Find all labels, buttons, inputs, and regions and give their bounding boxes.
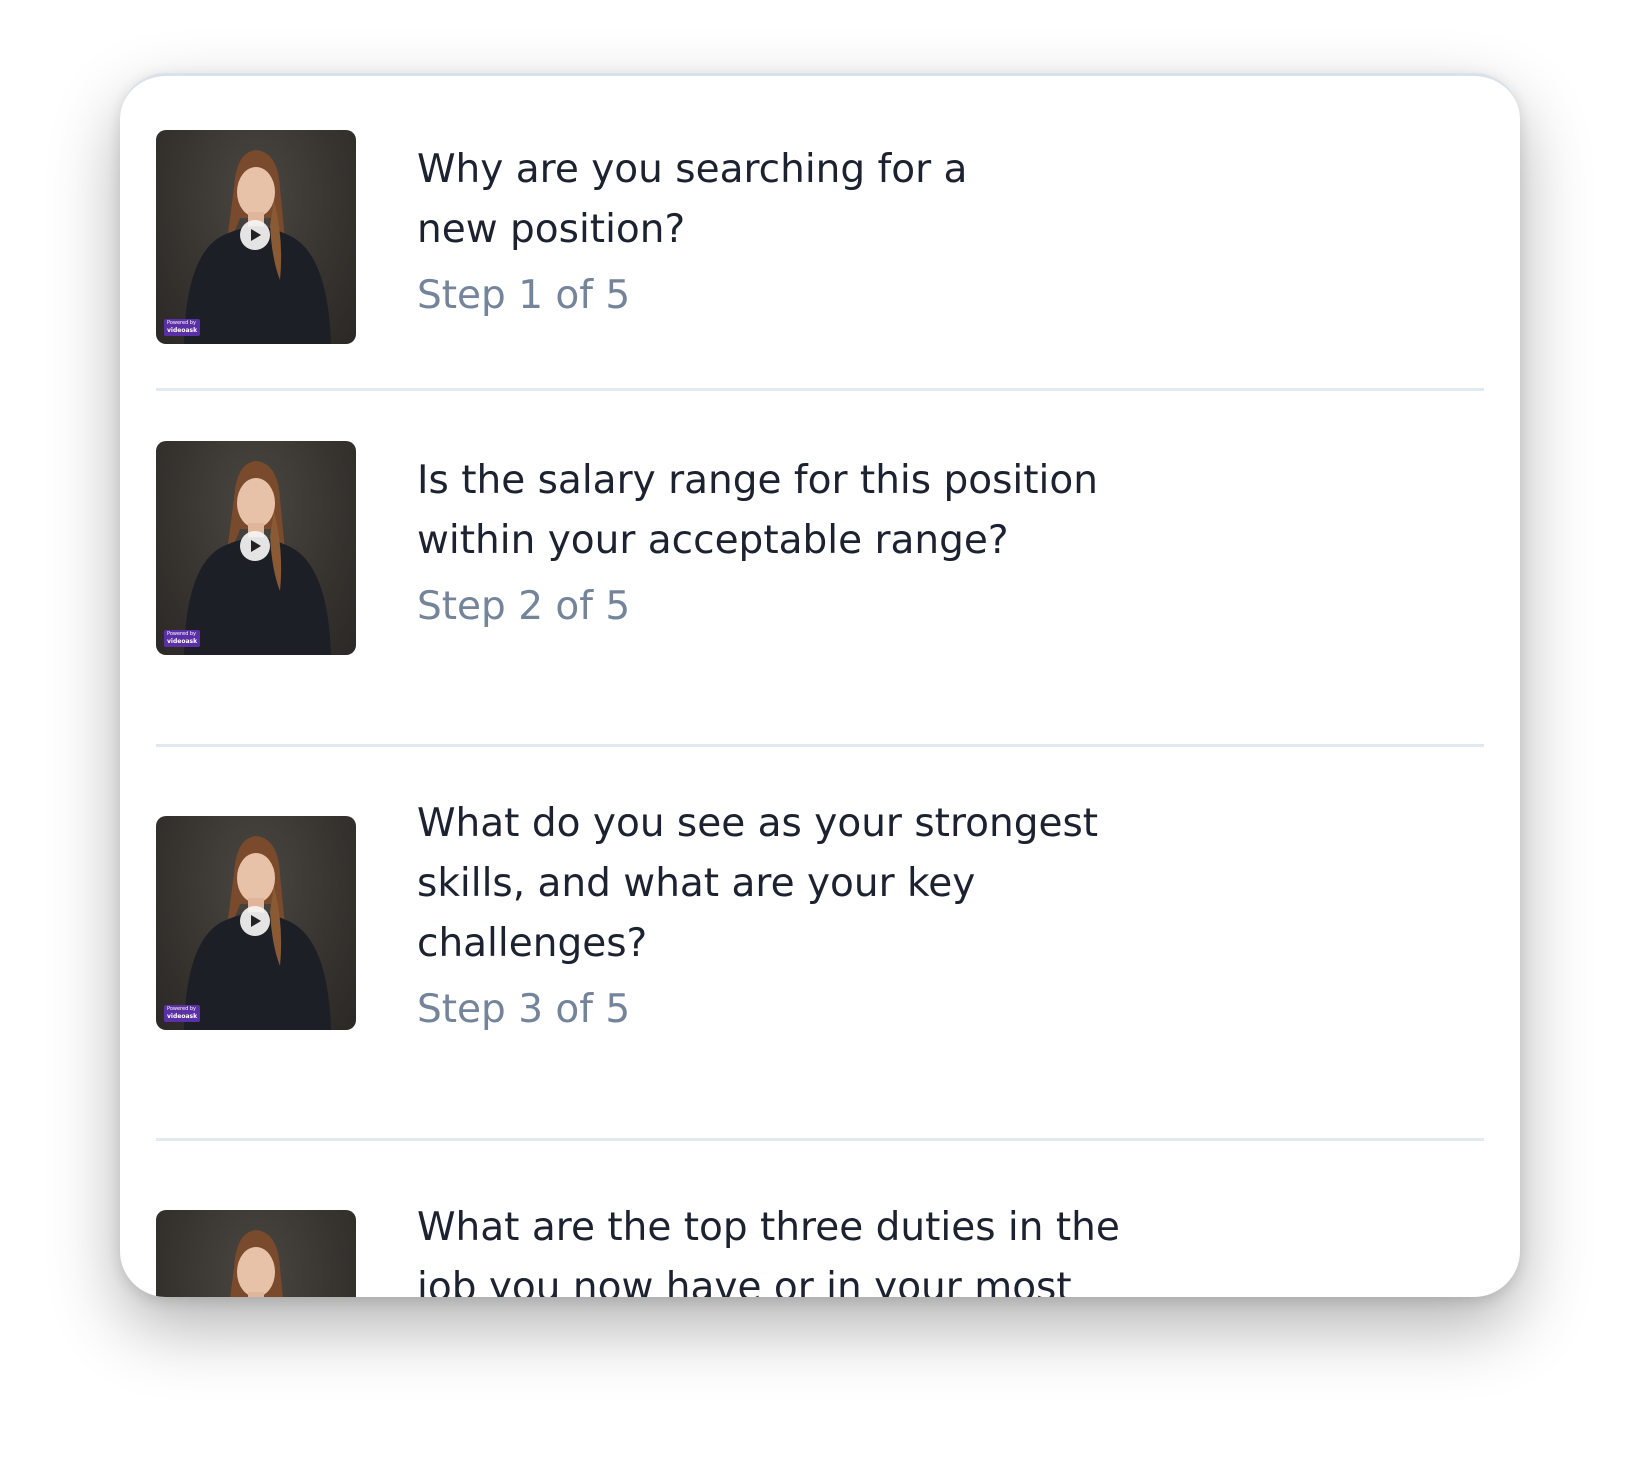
step-text: Why are you searching for a new position… [417,140,1137,322]
brand-line2: videoask [167,327,198,334]
question-text: What are the top three duties in the job… [417,1198,1137,1297]
step-label: Step 2 of 5 [417,584,631,629]
question-line: job you now have or in your most [417,1265,1072,1297]
video-thumbnail[interactable] [156,1210,356,1297]
brand-line1: Powered by [167,1006,196,1012]
questions-card: Powered by videoask Why are you searchin… [120,73,1520,1297]
step-label: Step 1 of 5 [417,273,631,318]
question-line: challenges? [417,921,648,966]
question-text: Is the salary range for this position wi… [417,451,1137,571]
video-thumbnail[interactable]: Powered by videoask [156,441,356,655]
divider [156,388,1484,391]
brand-line1: Powered by [167,320,196,326]
videoask-badge: Powered by videoask [164,630,200,647]
divider [156,1138,1484,1141]
play-icon[interactable] [240,531,270,561]
step-text: What do you see as your strongest skills… [417,794,1137,1036]
videoask-badge: Powered by videoask [164,1005,200,1022]
divider [156,744,1484,747]
play-icon[interactable] [240,220,270,250]
brand-line1: Powered by [167,631,196,637]
video-thumbnail[interactable]: Powered by videoask [156,130,356,344]
videoask-badge: Powered by videoask [164,319,200,336]
question-text: What do you see as your strongest skills… [417,794,1137,974]
question-line: within your acceptable range? [417,518,1009,563]
question-line: new position? [417,207,686,252]
step-text: What are the top three duties in the job… [417,1198,1137,1297]
presenter-image [230,1230,283,1297]
question-line: skills, and what are your key [417,861,976,906]
question-line: What do you see as your strongest [417,801,1099,846]
question-line: Why are you searching for a [417,147,968,192]
step-text: Is the salary range for this position wi… [417,451,1137,633]
question-line: What are the top three duties in the [417,1205,1120,1250]
question-line: Is the salary range for this position [417,458,1098,503]
brand-line2: videoask [167,1013,198,1020]
question-text: Why are you searching for a new position… [417,140,1137,260]
brand-line2: videoask [167,638,198,645]
video-thumbnail[interactable]: Powered by videoask [156,816,356,1030]
step-label: Step 3 of 5 [417,987,631,1032]
play-icon[interactable] [240,906,270,936]
